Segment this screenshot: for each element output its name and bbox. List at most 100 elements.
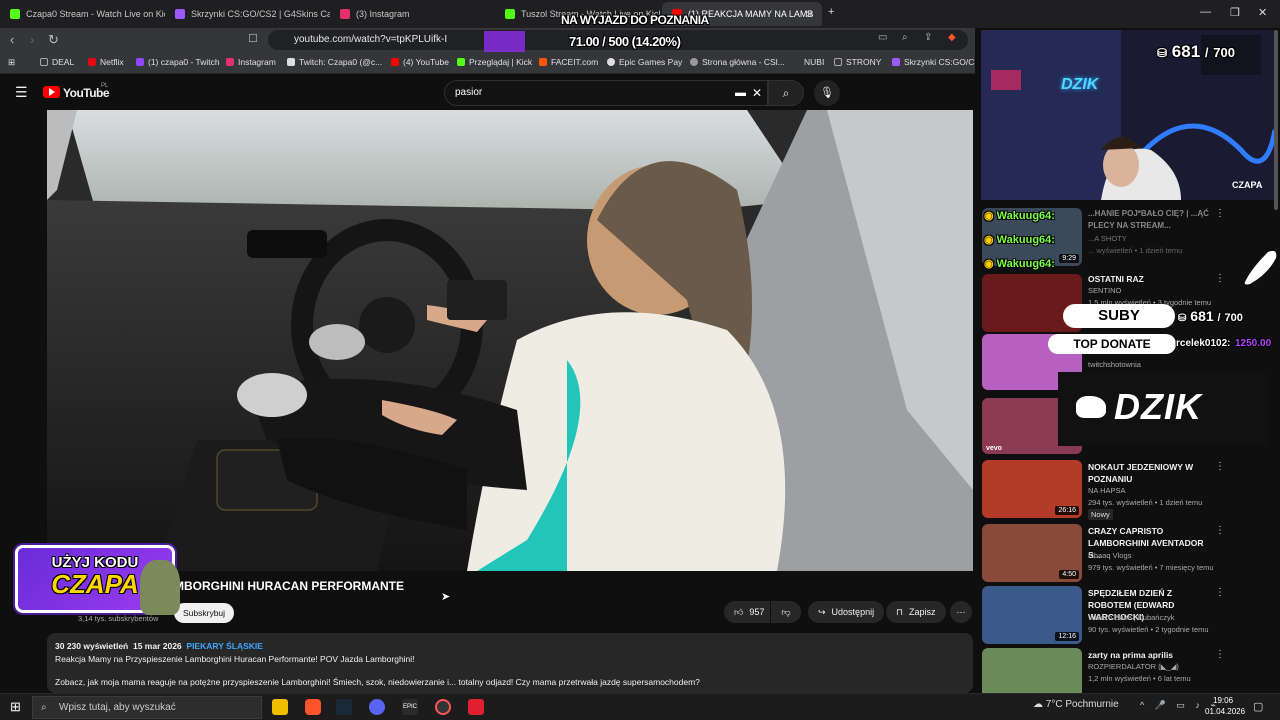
dislike-button[interactable]: 👎︎ <box>771 601 801 623</box>
bookmark-icon[interactable]: ☐ <box>248 32 258 45</box>
bookmark-skrzynki[interactable]: Skrzynki CS:GO/CS2 <box>892 57 985 67</box>
search-input[interactable]: pasior ▬ ✕ <box>444 80 768 106</box>
adobe-icon[interactable] <box>468 699 484 715</box>
bookmark-youtube[interactable]: (4) YouTube <box>391 57 449 67</box>
recommendation-title[interactable]: NOKAUT JEDZENIOWY W POZNANIU <box>1088 461 1213 485</box>
video-duration: 4:50 <box>1059 570 1079 579</box>
recommendation-title[interactable]: OSTATNI RAZ <box>1088 273 1213 285</box>
more-actions-button[interactable]: ⋯ <box>950 601 972 623</box>
recommendation-title[interactable]: ...HANIE POJ*BAŁO CIĘ? | ...ĄĆ PLECY NA … <box>1088 208 1213 232</box>
tab-czapa0-kick[interactable]: Czapa0 Stream - Watch Live on Kick <box>0 2 165 26</box>
netflix-icon <box>88 58 96 66</box>
apps-icon[interactable]: ⊞ <box>8 57 15 68</box>
recommendation-meta: ... wyświetleń • 1 dzień temu <box>1088 246 1183 255</box>
maximize-icon[interactable]: ❐ <box>1230 6 1240 19</box>
recommendation-channel[interactable]: twitchshotownia <box>1088 360 1141 369</box>
bookmark-label: STRONY <box>846 57 882 67</box>
more-icon[interactable]: ⋮ <box>1215 525 1225 536</box>
bookmark-kick[interactable]: Przeglądaj | Kick <box>457 57 532 67</box>
weather-widget[interactable]: ☁ 7°C Pochmurnie <box>1033 699 1119 710</box>
goal-title: NA WYJAZD DO POZNANIA <box>561 13 709 27</box>
more-icon[interactable]: ⋮ <box>1215 208 1225 219</box>
tab-g4skins[interactable]: Skrzynki CS:GO/CS2 | G4Skins Case o <box>165 2 330 26</box>
bookmark-strony[interactable]: STRONY <box>834 57 881 67</box>
steam-icon[interactable] <box>336 699 352 715</box>
recommendation-channel[interactable]: Ishaaq Vlogs <box>1088 551 1131 560</box>
bookmark-faceit[interactable]: FACEIT.com <box>539 57 598 67</box>
recommendation-channel[interactable]: ROZPIERDALATOR (◣_◢) <box>1088 662 1179 671</box>
bookmark-deal[interactable]: DEAL <box>40 57 74 67</box>
brave-browser-icon[interactable] <box>305 699 321 715</box>
voice-search-icon[interactable]: 🎙 <box>814 80 840 106</box>
bookmark-netflix[interactable]: Netflix <box>88 57 124 67</box>
like-count: 957 <box>749 607 765 617</box>
instagram-icon <box>226 58 234 66</box>
tab-instagram[interactable]: (3) Instagram <box>330 2 495 26</box>
recommendation-thumb[interactable]: 12:16 <box>982 586 1082 644</box>
share-button[interactable]: ↪ Udostępnij <box>808 601 885 623</box>
file-explorer-icon[interactable] <box>272 699 288 715</box>
menu-icon[interactable]: ☰ <box>15 84 28 101</box>
save-label: Zapisz <box>909 607 936 617</box>
dzik-sponsor-banner: DZIK <box>1058 372 1268 446</box>
recommendation-title[interactable]: zarty na prima aprilis <box>1088 649 1213 661</box>
bookmark-label: Skrzynki CS:GO/CS2 <box>904 57 985 67</box>
zoom-icon[interactable]: ⌕ <box>902 32 908 43</box>
subscribe-button[interactable]: Subskrybuj <box>174 603 235 623</box>
obs-icon[interactable] <box>435 699 451 715</box>
clock-time[interactable]: 19:06 <box>1213 696 1233 705</box>
clock-date[interactable]: 01.04.2026 <box>1205 707 1245 716</box>
new-tab-icon[interactable]: + <box>828 6 834 18</box>
bookmark-nubi[interactable]: NUBI <box>804 57 824 67</box>
close-tab-icon[interactable]: ✕ <box>805 8 814 21</box>
bookmark-csl[interactable]: Strona główna - CSl... <box>690 57 785 67</box>
bookmark-epic[interactable]: Epic Games Pay <box>607 57 682 67</box>
keyboard-icon[interactable]: ▬ <box>735 81 746 105</box>
more-icon[interactable]: ⋮ <box>1215 461 1225 472</box>
more-icon[interactable]: ⋮ <box>1215 587 1225 598</box>
search-button[interactable]: ⌕ <box>768 80 804 106</box>
more-icon[interactable]: ⋮ <box>1215 649 1225 660</box>
location-link[interactable]: PIEKARY ŚLĄSKIE <box>186 641 263 651</box>
recommendation-channel[interactable]: Wake'n Bake | Kubańczyk <box>1088 613 1174 622</box>
recommendation-thumb[interactable]: 4:50 <box>982 524 1082 582</box>
video-frame <box>47 110 973 571</box>
share-icon[interactable]: ⇪ <box>924 32 932 43</box>
windows-start-icon[interactable]: ⊞ <box>10 699 21 715</box>
forward-icon[interactable]: › <box>30 32 34 47</box>
recommendation-thumb[interactable] <box>982 648 1082 693</box>
recommendation-thumb[interactable]: 26:16 <box>982 460 1082 518</box>
minimize-icon[interactable]: — <box>1200 6 1211 18</box>
bookmark-twitch[interactable]: (1) czapa0 - Twitch <box>136 57 220 67</box>
dzik-logo-text: DZIK <box>1114 386 1202 427</box>
save-button[interactable]: ⊓ Zapisz <box>886 601 946 623</box>
tip-icon: ⛁ <box>1178 313 1187 324</box>
chat-username: Wakuug64: <box>996 258 1055 270</box>
more-icon[interactable]: ⋮ <box>1215 273 1225 284</box>
recommendation-channel[interactable]: NA HAPSA <box>1088 486 1126 495</box>
instagram-icon <box>340 9 350 19</box>
youtube-logo-icon[interactable] <box>43 86 60 98</box>
epic-games-icon[interactable]: EPIC <box>402 699 418 715</box>
discord-icon[interactable] <box>369 699 385 715</box>
notifications-icon[interactable]: ▢ <box>1253 700 1263 713</box>
clear-search-icon[interactable]: ✕ <box>752 81 762 105</box>
decorative-swoosh-icon <box>1244 250 1277 285</box>
like-button[interactable]: 👍︎ 957 <box>724 601 770 623</box>
cast-icon[interactable]: ▭ <box>878 32 887 43</box>
recommendation-channel[interactable]: ...A SHOTY <box>1088 234 1127 243</box>
globe-icon <box>690 58 698 66</box>
panel-scrollbar[interactable] <box>1274 30 1278 210</box>
sub-goal-label: SUBY <box>1063 304 1175 328</box>
reload-icon[interactable]: ↻ <box>48 32 59 48</box>
bookmark-label: Netflix <box>100 57 124 67</box>
brave-shield-icon[interactable]: ◆ <box>948 32 956 43</box>
close-window-icon[interactable]: ✕ <box>1258 6 1267 19</box>
bookmark-tiktok[interactable]: Twitch: Czapa0 (@c... <box>287 57 382 67</box>
recommendation-channel[interactable]: SENTINO <box>1088 286 1121 295</box>
description-box[interactable]: 30 230 wyświetleń 15 mar 2026 PIEKARY ŚL… <box>47 633 973 693</box>
video-player[interactable] <box>47 110 973 571</box>
back-icon[interactable]: ‹ <box>10 32 14 47</box>
taskbar-search-input[interactable]: ⌕ Wpisz tutaj, aby wyszukać <box>32 696 262 719</box>
bookmark-instagram[interactable]: Instagram <box>226 57 276 67</box>
